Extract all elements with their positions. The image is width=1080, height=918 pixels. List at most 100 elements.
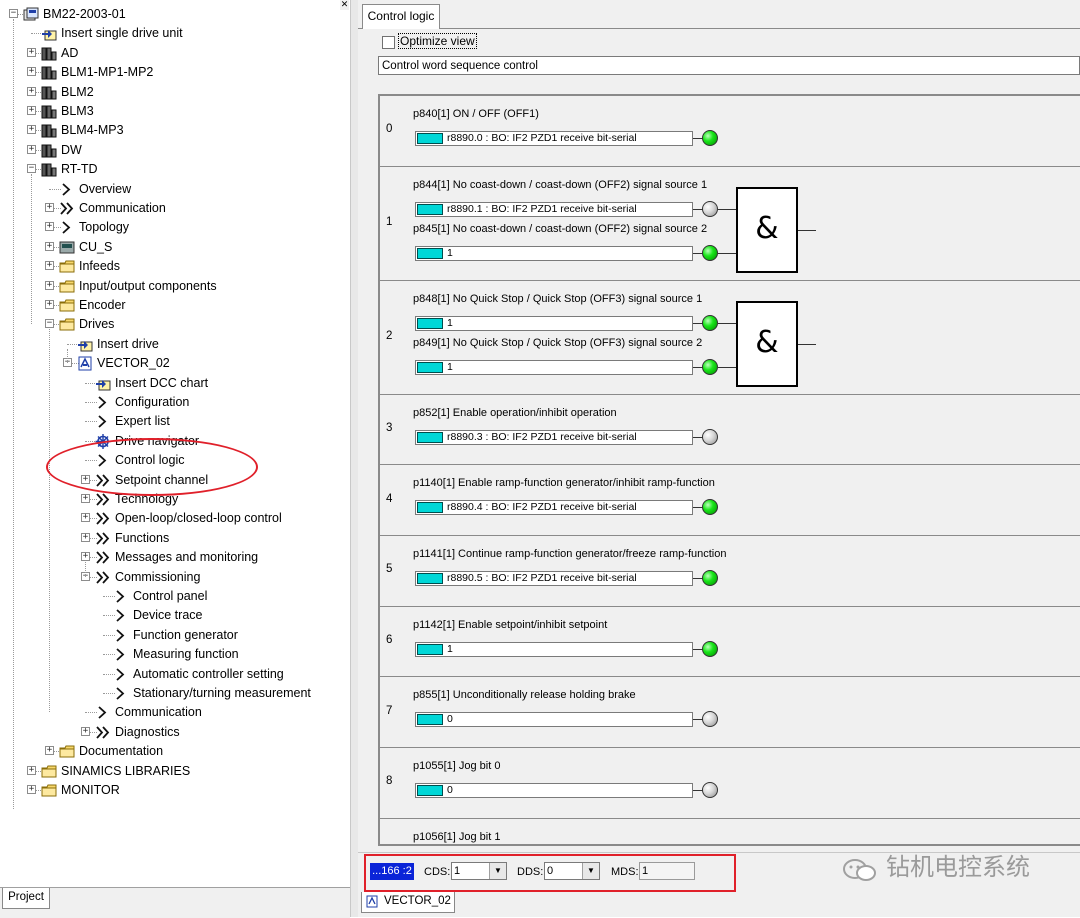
- tab-control-logic[interactable]: Control logic: [362, 4, 440, 29]
- collapse-icon[interactable]: −: [45, 319, 54, 329]
- expand-icon[interactable]: +: [81, 494, 90, 503]
- tab-vector-02[interactable]: VECTOR_02: [361, 892, 455, 913]
- tree-item[interactable]: Insert drive: [0, 335, 340, 354]
- tree-item[interactable]: + CU_S: [0, 238, 340, 257]
- optimize-view-label[interactable]: Optimize view: [398, 33, 477, 49]
- tree-item[interactable]: Insert DCC chart: [0, 374, 340, 393]
- connector-button[interactable]: [417, 247, 443, 259]
- expand-icon[interactable]: +: [27, 785, 36, 794]
- tree-item[interactable]: + Input/output components: [0, 277, 340, 296]
- signal-source-field[interactable]: 0: [415, 712, 693, 728]
- connector-button[interactable]: [417, 643, 443, 655]
- connector-button[interactable]: [417, 203, 443, 215]
- tree-item[interactable]: + Topology: [0, 218, 340, 237]
- tree-item[interactable]: + SINAMICS LIBRARIES: [0, 762, 340, 781]
- expand-icon[interactable]: +: [27, 106, 36, 115]
- tree-item[interactable]: − RT-TD: [0, 160, 340, 179]
- connector-button[interactable]: [417, 502, 443, 514]
- expand-icon[interactable]: +: [81, 726, 90, 736]
- signal-source-value: 1: [447, 316, 453, 329]
- tree-item[interactable]: + Open-loop/closed-loop control: [0, 509, 340, 528]
- signal-source-field[interactable]: 1: [415, 245, 693, 261]
- connector-button[interactable]: [417, 361, 443, 373]
- insert-icon: [78, 340, 93, 352]
- signal-source-field[interactable]: 1: [415, 641, 693, 657]
- expand-icon[interactable]: +: [45, 241, 54, 251]
- tree-item[interactable]: Function generator: [0, 626, 340, 645]
- row-index: 1: [386, 215, 393, 228]
- tree-item[interactable]: + Communication: [0, 199, 340, 218]
- tree-item[interactable]: − VECTOR_02: [0, 354, 340, 373]
- tree-item[interactable]: Configuration: [0, 393, 340, 412]
- tree-item[interactable]: + BLM1-MP1-MP2: [0, 63, 340, 82]
- tree-item[interactable]: + Messages and monitoring: [0, 548, 340, 567]
- signal-source-field[interactable]: r8890.3 : BO: IF2 PZD1 receive bit-seria…: [415, 429, 693, 445]
- signal-source-field[interactable]: r8890.0 : BO: IF2 PZD1 receive bit-seria…: [415, 131, 693, 146]
- expand-icon[interactable]: +: [45, 300, 54, 309]
- signal-source-field[interactable]: r8890.1 : BO: IF2 PZD1 receive bit-seria…: [415, 201, 693, 217]
- chevron-right-icon: [116, 590, 125, 603]
- expand-icon[interactable]: +: [27, 144, 36, 154]
- connector-button[interactable]: [417, 573, 443, 584]
- expand-icon[interactable]: +: [45, 203, 54, 212]
- optimize-view-checkbox[interactable]: [382, 36, 395, 49]
- connector-button[interactable]: [417, 714, 443, 726]
- signal-source-field[interactable]: 1: [415, 315, 693, 331]
- insert-icon: [96, 379, 111, 391]
- tab-project[interactable]: Project: [2, 888, 50, 909]
- signal-source-field[interactable]: 0: [415, 783, 693, 798]
- tree-item[interactable]: Automatic controller setting: [0, 665, 340, 684]
- status-led-on: [702, 130, 718, 146]
- tree-item[interactable]: + Encoder: [0, 296, 340, 315]
- tree-item[interactable]: + DW: [0, 141, 340, 160]
- expand-icon[interactable]: +: [81, 532, 90, 542]
- tree-item[interactable]: − Commissioning: [0, 568, 340, 587]
- tree-item[interactable]: − Drives: [0, 315, 340, 334]
- status-led-off: [702, 711, 718, 728]
- tree-item[interactable]: Measuring function: [0, 645, 340, 664]
- expand-icon[interactable]: +: [45, 280, 54, 290]
- signal-source-field[interactable]: r8890.4 : BO: IF2 PZD1 receive bit-seria…: [415, 500, 693, 516]
- collapse-icon[interactable]: −: [9, 9, 18, 18]
- signal-source-field[interactable]: 1: [415, 359, 693, 375]
- expand-icon[interactable]: +: [81, 513, 90, 523]
- tree-close-button[interactable]: ✕: [340, 0, 349, 10]
- connector-button[interactable]: [417, 431, 443, 443]
- connector-button[interactable]: [417, 317, 443, 329]
- tree-item[interactable]: + AD: [0, 44, 340, 63]
- expand-icon[interactable]: +: [45, 222, 54, 232]
- tree-item[interactable]: + BLM2: [0, 83, 340, 102]
- tree-item[interactable]: − BM22-2003-01: [0, 5, 340, 24]
- tree-item[interactable]: + BLM4-MP3: [0, 121, 340, 140]
- tree-item[interactable]: + Diagnostics: [0, 723, 340, 742]
- sequence-control-field[interactable]: Control word sequence control: [378, 56, 1080, 75]
- tree-item[interactable]: Insert single drive unit: [0, 24, 340, 43]
- tree-item[interactable]: + Documentation: [0, 742, 340, 761]
- tree-item[interactable]: + MONITOR: [0, 781, 340, 800]
- connector-button[interactable]: [417, 785, 443, 796]
- tree-item[interactable]: Communication: [0, 703, 340, 722]
- tree-item-label: Messages and monitoring: [115, 550, 259, 565]
- tree-item-label: RT-TD: [61, 162, 98, 177]
- expand-icon[interactable]: +: [45, 746, 54, 756]
- folder-icon: [41, 784, 57, 797]
- tree-item[interactable]: + Functions: [0, 529, 340, 548]
- signal-source-label: p855[1] Unconditionally release holding …: [413, 689, 636, 702]
- expand-icon[interactable]: +: [81, 552, 90, 562]
- signal-source-field[interactable]: r8890.5 : BO: IF2 PZD1 receive bit-seria…: [415, 571, 693, 586]
- tree-item[interactable]: Expert list: [0, 412, 340, 431]
- tree-item[interactable]: Control panel: [0, 587, 340, 606]
- connector-button[interactable]: [417, 133, 443, 144]
- tree-item[interactable]: Device trace: [0, 606, 340, 625]
- collapse-icon[interactable]: −: [27, 164, 36, 174]
- expand-icon[interactable]: +: [27, 47, 36, 57]
- tree-item[interactable]: + BLM3: [0, 102, 340, 121]
- tree-item[interactable]: Overview: [0, 180, 340, 199]
- expand-icon[interactable]: +: [27, 86, 36, 96]
- expand-icon[interactable]: +: [45, 261, 54, 271]
- expand-icon[interactable]: +: [27, 67, 36, 77]
- expand-icon[interactable]: +: [27, 765, 36, 775]
- tree-item[interactable]: Stationary/turning measurement: [0, 684, 340, 703]
- expand-icon[interactable]: +: [27, 125, 36, 135]
- tree-item[interactable]: + Infeeds: [0, 257, 340, 276]
